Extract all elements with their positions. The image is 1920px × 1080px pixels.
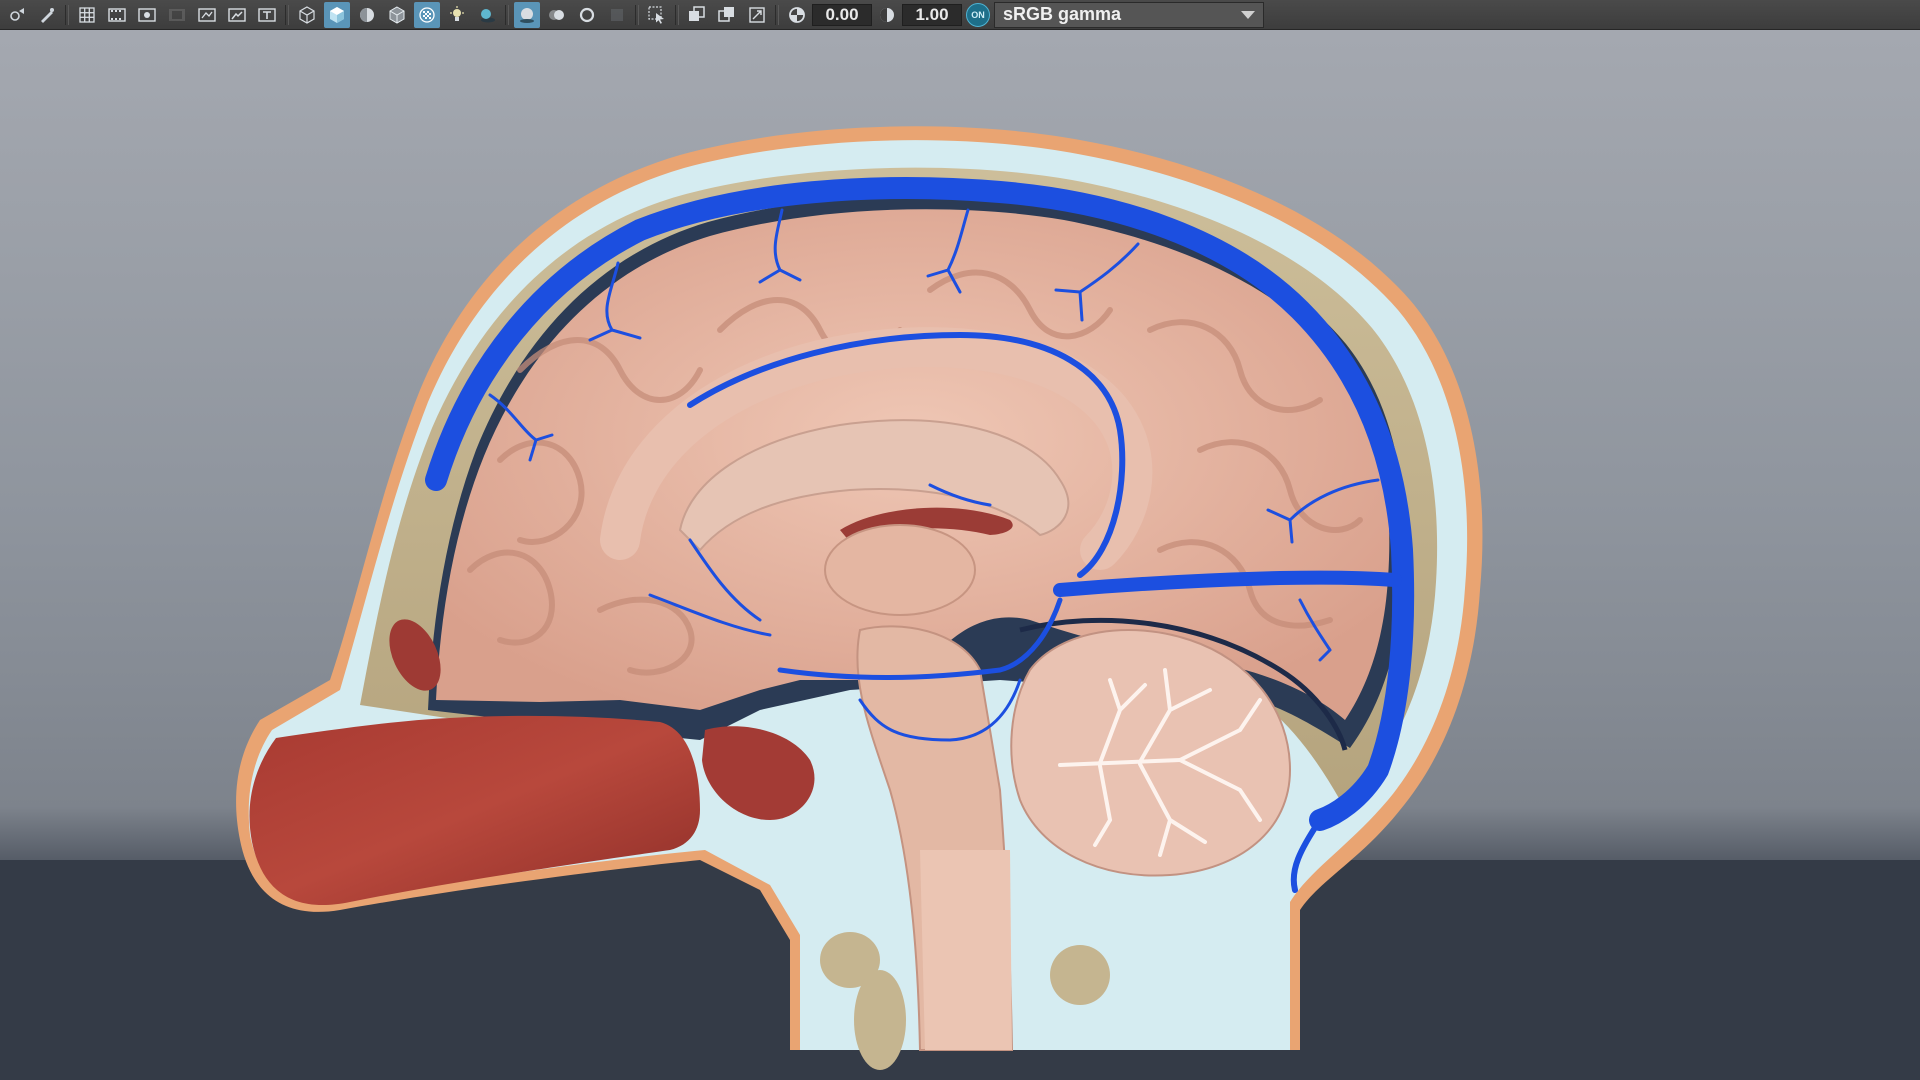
select-camera-icon[interactable] [4, 2, 30, 28]
toolbar-separator [675, 4, 679, 25]
image-plane-icon[interactable] [744, 2, 770, 28]
vertebra-c2 [854, 970, 906, 1070]
xray-joints-icon[interactable] [684, 2, 710, 28]
xray-active-components-icon[interactable] [714, 2, 740, 28]
toolbar-separator [65, 4, 69, 25]
wireframe-on-shaded-icon[interactable] [384, 2, 410, 28]
gamma-icon[interactable] [874, 2, 900, 28]
color-space-dropdown[interactable]: sRGB gamma [994, 1, 1264, 28]
isolate-select-icon[interactable] [644, 2, 670, 28]
exposure-field[interactable]: 0.00 [812, 3, 872, 26]
screen-space-ao-icon[interactable] [514, 1, 540, 28]
head-sagittal-model[interactable] [0, 30, 1920, 1080]
grid-icon[interactable] [74, 2, 100, 28]
motion-blur-icon[interactable] [544, 2, 570, 28]
exposure-icon[interactable] [784, 2, 810, 28]
chevron-down-icon [1241, 10, 1255, 19]
depth-of-field-icon[interactable] [604, 2, 630, 28]
viewport-window: 0.00 1.00 ON sRGB gamma [0, 0, 1920, 1080]
use-lights-icon[interactable] [444, 2, 470, 28]
smooth-shade-icon[interactable] [324, 1, 350, 28]
default-material-icon[interactable] [354, 2, 380, 28]
wireframe-icon[interactable] [294, 2, 320, 28]
scene-viewport[interactable] [0, 30, 1920, 1080]
toolbar-separator [505, 4, 509, 25]
viewport-toolbar: 0.00 1.00 ON sRGB gamma [0, 0, 1920, 30]
safe-title-icon[interactable] [254, 2, 280, 28]
gate-mask-icon[interactable] [164, 2, 190, 28]
toolbar-separator [285, 4, 289, 25]
film-gate-icon[interactable] [104, 2, 130, 28]
resolution-gate-icon[interactable] [134, 2, 160, 28]
toolbar-separator [635, 4, 639, 25]
xray-icon[interactable] [414, 1, 440, 28]
spinal-cord [920, 850, 1012, 1050]
vertebra-posterior-arch [1050, 945, 1110, 1005]
safe-action-icon[interactable] [224, 2, 250, 28]
gamma-field[interactable]: 1.00 [902, 3, 962, 26]
camera-attributes-icon[interactable] [34, 2, 60, 28]
thalamus[interactable] [824, 524, 976, 616]
shadows-icon[interactable] [474, 2, 500, 28]
field-chart-icon[interactable] [194, 2, 220, 28]
color-management-toggle[interactable]: ON [966, 2, 990, 27]
toolbar-separator [775, 4, 779, 25]
color-space-label: sRGB gamma [1003, 4, 1122, 24]
anti-aliasing-icon[interactable] [574, 2, 600, 28]
